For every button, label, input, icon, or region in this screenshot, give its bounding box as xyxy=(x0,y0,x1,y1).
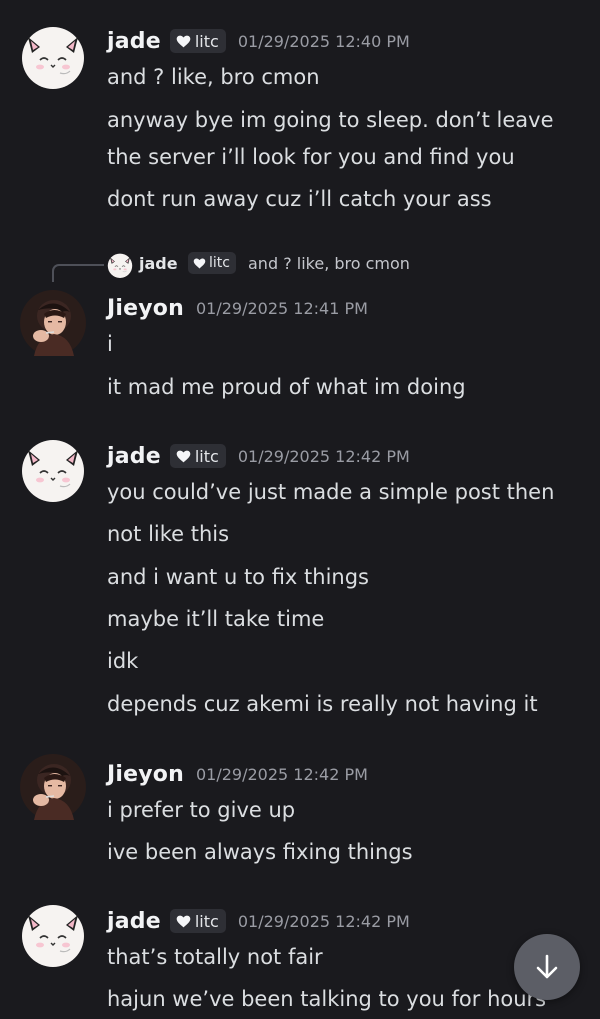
timestamp: 01/29/2025 12:42 PM xyxy=(195,764,368,784)
message-text: the server i’ll look for you and find yo… xyxy=(107,145,515,169)
user-avatar[interactable] xyxy=(20,901,86,967)
message-text: maybe it’ll take time xyxy=(107,607,325,631)
message-text: i prefer to give up xyxy=(107,798,296,822)
timestamp: 01/29/2025 12:41 PM xyxy=(195,298,368,318)
server-tag[interactable]: litc xyxy=(169,444,226,468)
user-avatar[interactable] xyxy=(20,290,86,356)
reply-text[interactable]: and ? like, bro cmon xyxy=(248,252,410,276)
timestamp: 01/29/2025 12:40 PM xyxy=(237,31,410,51)
username[interactable]: jade xyxy=(107,444,161,469)
server-tag[interactable]: litc xyxy=(169,29,226,53)
message-text: not like this xyxy=(107,522,230,546)
timestamp: 01/29/2025 12:42 PM xyxy=(237,911,410,931)
reply-preview[interactable]: jade litc and ? like, bro cmon xyxy=(0,250,600,282)
username[interactable]: Jieyon xyxy=(107,762,184,787)
message-text: idk xyxy=(107,649,139,673)
message-text: depends cuz akemi is really not having i… xyxy=(107,692,538,716)
message-text: i xyxy=(107,332,113,356)
message-header: Jieyon 01/29/2025 12:41 PM xyxy=(107,293,368,323)
user-avatar[interactable] xyxy=(20,754,86,820)
message-text: that’s totally not fair xyxy=(107,945,323,969)
user-avatar[interactable] xyxy=(20,436,86,502)
message-text: hajun we’ve been talking to you for hour… xyxy=(107,987,547,1011)
message-header: Jieyon 01/29/2025 12:42 PM xyxy=(107,759,368,789)
heart-icon xyxy=(193,258,206,269)
heart-icon xyxy=(176,450,191,463)
message-text: it mad me proud of what im doing xyxy=(107,375,466,399)
message-text: dont run away cuz i’ll catch your ass xyxy=(107,187,492,211)
username[interactable]: jade xyxy=(107,29,161,54)
reply-author[interactable]: jade xyxy=(139,252,178,276)
heart-icon xyxy=(176,915,191,928)
timestamp: 01/29/2025 12:42 PM xyxy=(237,446,410,466)
message-text: ive been always fixing things xyxy=(107,840,413,864)
server-tag-label: litc xyxy=(194,446,219,466)
arrow-down-icon xyxy=(536,954,558,979)
message-header: jade litc 01/29/2025 12:40 PM xyxy=(107,26,410,56)
message-text: you could’ve just made a simple post the… xyxy=(107,480,555,504)
reply-spine xyxy=(52,264,104,282)
message-text: anyway bye im going to sleep. don’t leav… xyxy=(107,108,554,132)
message-text: and i want u to fix things xyxy=(107,565,369,589)
chat-message-list[interactable]: jade litc 01/29/2025 12:40 PM and ? like… xyxy=(0,0,600,1019)
reply-avatar xyxy=(107,252,133,278)
heart-icon xyxy=(176,35,191,48)
reply-server-tag-label: litc xyxy=(209,255,230,271)
reply-server-tag: litc xyxy=(188,252,236,274)
message-header: jade litc 01/29/2025 12:42 PM xyxy=(107,441,410,471)
user-avatar[interactable] xyxy=(20,23,86,89)
message-header: jade litc 01/29/2025 12:42 PM xyxy=(107,906,410,936)
message-text: and ? like, bro cmon xyxy=(107,65,320,89)
server-tag[interactable]: litc xyxy=(169,909,226,933)
username[interactable]: Jieyon xyxy=(107,296,184,321)
server-tag-label: litc xyxy=(194,911,219,931)
username[interactable]: jade xyxy=(107,909,161,934)
jump-to-latest-button[interactable] xyxy=(514,934,580,1000)
server-tag-label: litc xyxy=(194,31,219,51)
